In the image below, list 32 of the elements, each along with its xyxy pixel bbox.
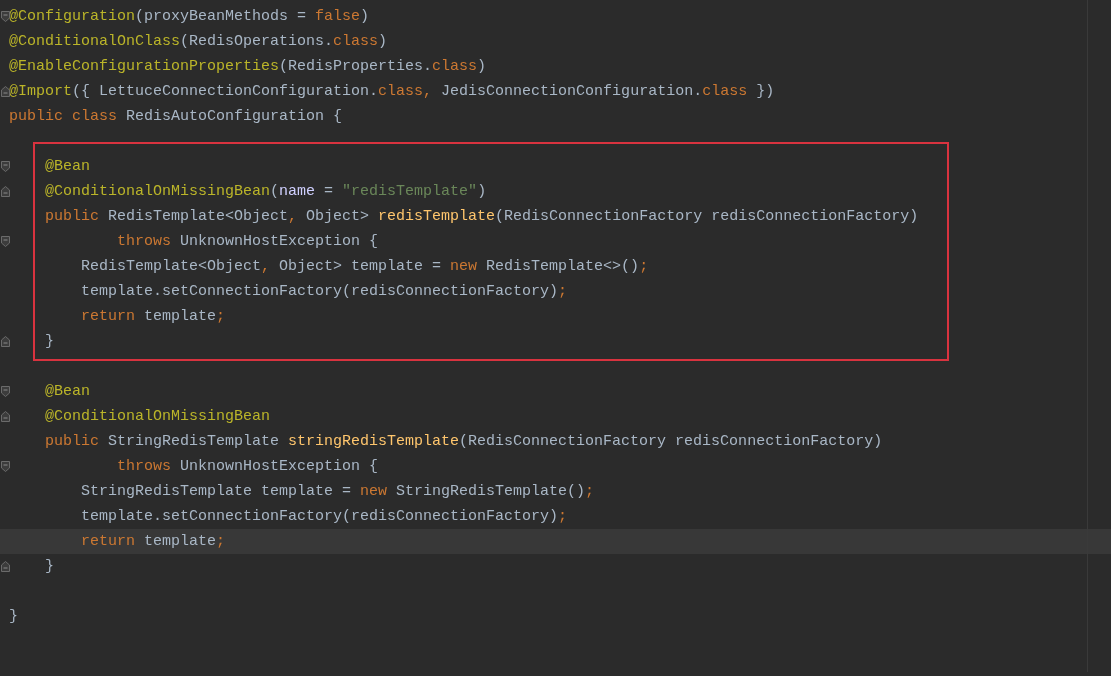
code-line: throws UnknownHostException { xyxy=(117,233,379,250)
code-line: return template; xyxy=(81,308,226,325)
code-line: @ConditionalOnMissingBean xyxy=(45,408,271,425)
code-line: } xyxy=(45,558,54,575)
code-line: @EnableConfigurationProperties(RedisProperties.class) xyxy=(9,58,487,75)
fold-marker-icon[interactable] xyxy=(1,561,10,572)
code-line: return template; xyxy=(81,533,226,550)
code-line: throws UnknownHostException { xyxy=(117,458,379,475)
code-line: @ConditionalOnClass(RedisOperations.class) xyxy=(9,33,388,50)
code-line: @ConditionalOnMissingBean(name = "redisTemplate") xyxy=(45,183,487,200)
code-line: @Bean xyxy=(45,158,90,175)
code-line: @Import({ LettuceConnectionConfiguration.class, JedisConnectionConfiguration.class }) xyxy=(9,83,775,100)
fold-marker-icon[interactable] xyxy=(1,411,10,422)
code-line: } xyxy=(45,333,54,350)
fold-marker-icon[interactable] xyxy=(1,11,10,22)
code-line: RedisTemplate<Object, Object> template = new RedisTemplate<>(); xyxy=(81,258,649,275)
fold-marker-icon[interactable] xyxy=(1,386,10,397)
code-line: template.setConnectionFactory(redisConnectionFactory); xyxy=(81,283,568,300)
fold-marker-icon[interactable] xyxy=(1,336,10,347)
code-line: @Bean xyxy=(45,383,90,400)
code-line: template.setConnectionFactory(redisConnectionFactory); xyxy=(81,508,568,525)
code-line: StringRedisTemplate template = new StringRedisTemplate(); xyxy=(81,483,595,500)
fold-marker-icon[interactable] xyxy=(1,161,10,172)
code-line: public RedisTemplate<Object, Object> redisTemplate(RedisConnectionFactory redisConnectionFactory) xyxy=(45,208,919,225)
code-line: public StringRedisTemplate stringRedisTemplate(RedisConnectionFactory redisConnectionFactory) xyxy=(45,433,883,450)
code-line: } xyxy=(9,608,18,625)
fold-marker-icon[interactable] xyxy=(1,236,10,247)
fold-marker-icon[interactable] xyxy=(1,86,10,97)
code-line: public class RedisAutoConfiguration { xyxy=(9,108,343,125)
fold-marker-icon[interactable] xyxy=(1,461,10,472)
code-line: @Configuration(proxyBeanMethods = false) xyxy=(9,8,370,25)
fold-marker-icon[interactable] xyxy=(1,186,10,197)
